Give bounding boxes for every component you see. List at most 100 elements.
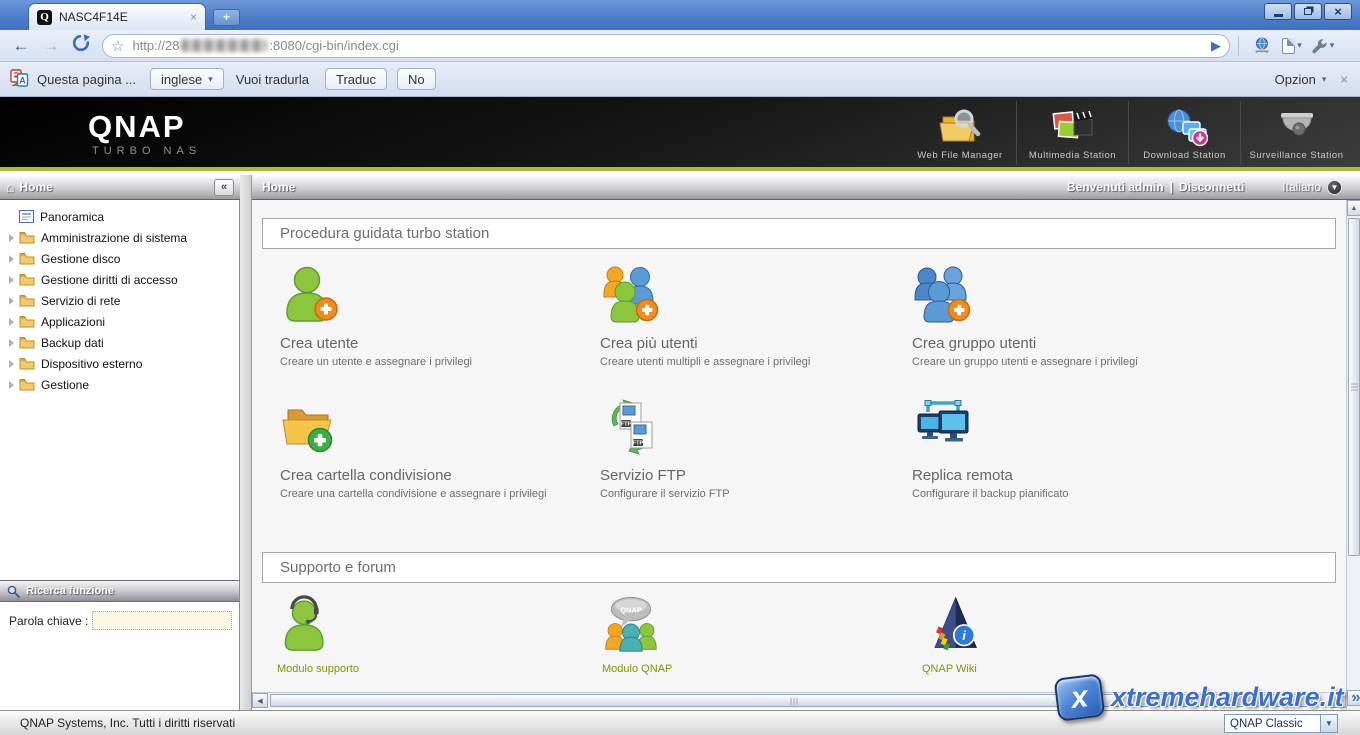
sidebar-item-backup-dati[interactable]: Backup dati <box>0 332 238 353</box>
scroll-up-icon: ▲ <box>1351 205 1358 212</box>
screen: Q NASC4F14E × + × ← → ☆ http://28 :8080/… <box>0 0 1360 735</box>
sidebar-item-applicazioni[interactable]: Applicazioni <box>0 311 238 332</box>
thumb-grip <box>1351 384 1358 391</box>
restore-button[interactable] <box>1294 3 1322 20</box>
translate-button[interactable]: Traduc <box>325 68 387 90</box>
options-label: Opzion <box>1275 72 1316 87</box>
shortcut-surveillance-station[interactable]: Surveillance Station <box>1240 101 1352 165</box>
wizard-crea-cartella[interactable]: Crea cartella condivisione Creare una ca… <box>280 396 585 500</box>
wizard-title: Crea gruppo utenti <box>912 335 1217 352</box>
bookmark-star-icon[interactable]: ☆ <box>111 37 124 55</box>
sidebar-item-servizio-rete[interactable]: Servizio di rete <box>0 290 238 311</box>
expand-arrow-icon[interactable] <box>9 381 14 389</box>
ftp-label: FTP <box>633 441 644 447</box>
xtremehardware-watermark: x xtremehardware.it » <box>1056 676 1360 719</box>
expand-arrow-icon[interactable] <box>9 297 14 305</box>
sidebar-item-label: Backup dati <box>41 336 104 350</box>
close-icon: × <box>1334 5 1342 18</box>
new-tab-button[interactable]: + <box>213 9 240 26</box>
link-modulo-supporto[interactable]: Modulo supporto <box>277 595 397 675</box>
shortcut-web-file-manager[interactable]: Web File Manager <box>904 101 1016 165</box>
sidebar-item-gestione[interactable]: Gestione <box>0 374 238 395</box>
window-controls: × <box>1264 3 1352 20</box>
options-dropdown[interactable]: Opzion ▾ <box>1275 72 1327 87</box>
browser-titlebar: Q NASC4F14E × + × <box>0 0 1360 30</box>
browser-tab[interactable]: Q NASC4F14E × <box>28 3 206 30</box>
folder-icon <box>19 294 35 307</box>
expand-arrow-icon[interactable] <box>9 360 14 368</box>
back-button[interactable]: ← <box>6 36 36 56</box>
no-translate-button[interactable]: No <box>397 68 436 90</box>
expand-arrow-icon[interactable] <box>9 318 14 326</box>
link-modulo-qnap[interactable]: QNAP Modulo QNAP <box>602 595 722 675</box>
wizard-replica-remota[interactable]: Replica remota Configurare il backup pia… <box>912 396 1217 500</box>
section-title: Procedura guidata turbo station <box>280 225 489 242</box>
wrench-icon <box>1310 37 1328 55</box>
qnap-bubble-label: QNAP <box>620 605 642 614</box>
expand-arrow-icon[interactable] <box>9 339 14 347</box>
translate-infobar: A Questa pagina ... inglese ▾ Vuoi tradu… <box>0 62 1360 97</box>
expand-arrow-icon[interactable] <box>9 276 14 284</box>
users-add-icon <box>600 264 662 326</box>
language-value: inglese <box>161 72 202 87</box>
logout-link[interactable]: Disconnetti <box>1179 180 1244 194</box>
panel-splitter[interactable] <box>240 175 252 710</box>
sidebar-item-label: Gestione <box>41 378 89 392</box>
thumb-grip <box>791 698 798 705</box>
url-redacted-blur <box>181 39 267 52</box>
tab-close-icon[interactable]: × <box>190 10 197 24</box>
expand-arrow-icon[interactable] <box>9 234 14 242</box>
link-qnap-wiki[interactable]: i QNAP Wiki <box>922 595 1042 675</box>
scroll-left-button[interactable]: ◀ <box>252 693 268 708</box>
welcome-text: Benvenuti admin <box>1067 180 1164 194</box>
expand-arrow-icon[interactable] <box>9 255 14 263</box>
language-selector[interactable]: Italiano ▼ <box>1282 180 1342 195</box>
sidebar-item-label: Applicazioni <box>41 315 105 329</box>
close-button[interactable]: × <box>1324 3 1352 20</box>
page-menu-button[interactable]: ▾ <box>1277 34 1307 58</box>
sidebar-item-panoramica[interactable]: Panoramica <box>0 206 238 227</box>
go-button[interactable]: ▶ <box>1211 38 1221 54</box>
reload-button[interactable] <box>66 33 96 58</box>
wizard-crea-gruppo-utenti[interactable]: Crea gruppo utenti Creare un gruppo uten… <box>912 264 1217 368</box>
tools-menu-button[interactable]: ▾ <box>1307 34 1337 58</box>
sidebar-item-dispositivo-esterno[interactable]: Dispositivo esterno <box>0 353 238 374</box>
translate-page-label: Questa pagina ... <box>37 72 136 87</box>
support-link-label: QNAP Wiki <box>922 663 1042 675</box>
app-shortcuts: Web File Manager Multimedia Station <box>904 101 1352 165</box>
vertical-scrollbar-thumb[interactable] <box>1348 218 1360 556</box>
translate-page-button[interactable] <box>1247 34 1277 58</box>
ftp-label: FTP <box>621 422 632 428</box>
url-text[interactable]: http://28 :8080/cgi-bin/index.cgi <box>132 38 398 53</box>
wizard-crea-piu-utenti[interactable]: Crea più utenti Creare utenti multipli e… <box>600 264 905 368</box>
scroll-left-icon: ◀ <box>257 697 262 705</box>
folder-icon <box>19 357 35 370</box>
overview-icon <box>19 210 34 223</box>
shortcut-download-station[interactable]: Download Station <box>1128 101 1240 165</box>
scroll-up-button[interactable]: ▲ <box>1347 200 1360 216</box>
keyword-input[interactable] <box>92 611 232 630</box>
address-bar[interactable]: ☆ http://28 :8080/cgi-bin/index.cgi ▶ <box>102 34 1230 58</box>
wizard-crea-utente[interactable]: Crea utente Creare un utente e assegnare… <box>280 264 585 368</box>
folder-icon <box>19 315 35 328</box>
language-label: Italiano <box>1282 180 1321 194</box>
forward-button[interactable]: → <box>36 36 66 56</box>
vertical-scrollbar[interactable]: ▲ ▼ <box>1346 200 1360 710</box>
support-link-label: Modulo QNAP <box>602 663 722 675</box>
sidebar-item-label: Gestione disco <box>41 252 120 266</box>
wizard-servizio-ftp[interactable]: FTP FTP Servizio FTP Configurare il serv… <box>600 396 905 500</box>
language-dropdown[interactable]: inglese ▾ <box>150 68 224 90</box>
shortcut-label: Surveillance Station <box>1250 150 1344 161</box>
sidebar-item-gestione-diritti[interactable]: Gestione diritti di accesso <box>0 269 238 290</box>
collapse-sidebar-button[interactable]: « <box>214 179 234 196</box>
sidebar-item-amministrazione[interactable]: Amministrazione di sistema <box>0 227 238 248</box>
minimize-icon <box>1274 14 1283 17</box>
shortcut-multimedia-station[interactable]: Multimedia Station <box>1016 101 1128 165</box>
minimize-button[interactable] <box>1264 3 1292 20</box>
infobar-close-icon[interactable]: × <box>1340 72 1348 87</box>
wizard-desc: Creare un utente e assegnare i privilegi <box>280 356 585 368</box>
sidebar-item-gestione-disco[interactable]: Gestione disco <box>0 248 238 269</box>
folder-icon <box>19 273 35 286</box>
download-station-icon <box>1162 107 1208 147</box>
wizard-title: Replica remota <box>912 467 1217 484</box>
